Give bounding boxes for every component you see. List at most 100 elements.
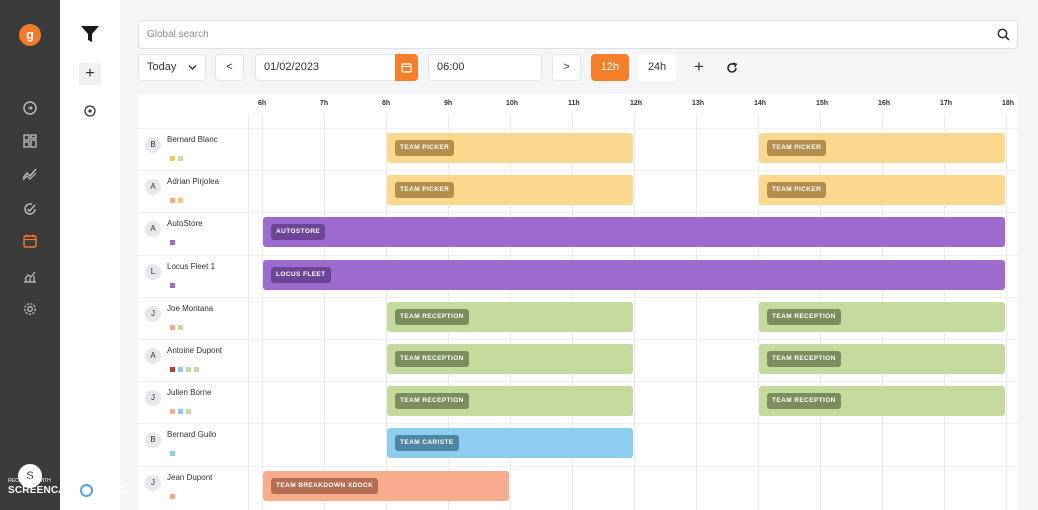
search-placeholder: Global search bbox=[147, 29, 209, 40]
date-input[interactable]: 01/02/2023 bbox=[255, 54, 395, 81]
resource-row[interactable]: J Jean Dupont bbox=[138, 468, 248, 510]
event-label: TEAM RECEPTION bbox=[395, 308, 469, 325]
schedule-event[interactable]: TEAM RECEPTION bbox=[387, 386, 633, 417]
range-24h-button[interactable]: 24h bbox=[638, 54, 676, 81]
app-logo[interactable]: g bbox=[19, 24, 41, 46]
hour-gridline bbox=[324, 114, 325, 510]
screencast-watermark: RECORDED WITH SCREENCAST MATIC bbox=[8, 478, 126, 497]
schedule-event[interactable]: TEAM PICKER bbox=[759, 175, 1005, 206]
calendar-icon[interactable] bbox=[22, 233, 38, 249]
filter-icon[interactable] bbox=[80, 24, 100, 44]
hour-label: 13h bbox=[692, 100, 705, 107]
schedule-timeline: 6h 7h 8h 9h 10h 11h 12h 13h 14h 15h 16h 17h 18h B Ber… bbox=[138, 94, 1018, 510]
trend-icon[interactable] bbox=[22, 166, 38, 182]
event-label: TEAM CARISTE bbox=[395, 435, 459, 452]
resource-team-dots bbox=[170, 190, 186, 204]
target-icon[interactable] bbox=[84, 105, 96, 117]
schedule-event[interactable]: TEAM RECEPTION bbox=[759, 386, 1005, 417]
team-color-dot bbox=[186, 409, 191, 415]
resource-name: Joe Montana bbox=[167, 303, 214, 313]
resource-name: AutoStore bbox=[167, 219, 203, 229]
resource-avatar: B bbox=[145, 137, 161, 153]
team-color-dot bbox=[178, 409, 183, 415]
schedule-event[interactable]: TEAM RECEPTION bbox=[759, 301, 1005, 332]
time-input[interactable]: 06:00 bbox=[428, 54, 542, 81]
resource-row[interactable]: B Bernard Blanc bbox=[138, 130, 248, 172]
resource-row[interactable]: J Julien Borne bbox=[138, 383, 248, 425]
event-label: TEAM RECEPTION bbox=[767, 308, 841, 325]
schedule-event[interactable]: TEAM PICKER bbox=[387, 133, 633, 163]
event-label: LOCUS FLEET bbox=[271, 266, 331, 283]
hour-label: 11h bbox=[568, 100, 580, 107]
resource-avatar: J bbox=[145, 474, 161, 491]
hour-label: 6h bbox=[258, 100, 267, 107]
global-search-input[interactable]: Global search bbox=[138, 20, 1018, 49]
hour-label: 8h bbox=[382, 100, 391, 107]
calendar-icon bbox=[401, 63, 412, 73]
resource-name: Bernard Guilo bbox=[167, 430, 217, 440]
resource-name: Locus Fleet 1 bbox=[167, 261, 216, 271]
resource-avatar: J bbox=[145, 305, 161, 322]
row-divider bbox=[138, 465, 1018, 467]
check-circle-icon[interactable] bbox=[22, 201, 38, 217]
schedule-event[interactable]: TEAM RECEPTION bbox=[387, 344, 633, 374]
range-12h-button[interactable]: 12h bbox=[591, 54, 629, 81]
resource-avatar: L bbox=[145, 263, 161, 280]
team-color-dot bbox=[186, 367, 191, 372]
hour-label: 17h bbox=[940, 100, 953, 107]
resource-row[interactable]: B Bernard Guilo bbox=[138, 425, 248, 467]
resource-row[interactable]: L Locus Fleet 1 bbox=[138, 257, 248, 299]
resource-avatar: A bbox=[145, 179, 161, 196]
resource-column-divider bbox=[248, 114, 249, 510]
schedule-event[interactable]: TEAM BREAKDOWN XDOCK bbox=[263, 470, 509, 501]
schedule-event[interactable]: LOCUS FLEET bbox=[263, 259, 1005, 290]
event-label: TEAM PICKER bbox=[395, 182, 455, 199]
schedule-event[interactable]: AUTOSTORE bbox=[263, 217, 1005, 248]
hour-gridline bbox=[262, 114, 263, 510]
event-label: TEAM RECEPTION bbox=[767, 393, 841, 410]
resource-avatar: B bbox=[145, 432, 161, 449]
screencast-logo-icon bbox=[79, 484, 93, 497]
dashboard-icon[interactable] bbox=[22, 133, 38, 149]
schedule-event[interactable]: TEAM CARISTE bbox=[387, 428, 633, 459]
chart-icon[interactable] bbox=[22, 268, 38, 284]
resource-row[interactable]: A Adrian Pirjolea bbox=[138, 172, 248, 214]
row-divider bbox=[138, 296, 1018, 298]
add-filter-button[interactable]: + bbox=[79, 63, 101, 85]
event-label: TEAM BREAKDOWN XDOCK bbox=[271, 477, 379, 494]
schedule-event[interactable]: TEAM RECEPTION bbox=[759, 344, 1005, 374]
resource-name: Bernard Blanc bbox=[167, 135, 218, 144]
today-label: Today bbox=[147, 61, 177, 73]
refresh-button[interactable] bbox=[719, 54, 745, 81]
team-color-dot bbox=[194, 367, 199, 372]
hour-label: 9h bbox=[444, 100, 453, 107]
previous-button[interactable]: < bbox=[215, 54, 244, 81]
next-button[interactable]: > bbox=[552, 54, 581, 81]
resource-team-dots bbox=[170, 443, 178, 457]
resource-row[interactable]: A Antoine Dupont bbox=[138, 341, 248, 383]
chevron-down-icon bbox=[188, 65, 197, 70]
team-color-dot bbox=[170, 409, 175, 415]
team-color-dot bbox=[178, 198, 183, 204]
schedule-event[interactable]: TEAM PICKER bbox=[759, 133, 1005, 163]
gear-icon[interactable] bbox=[22, 301, 38, 317]
schedule-event[interactable]: TEAM PICKER bbox=[387, 175, 633, 206]
hour-gridline bbox=[634, 114, 635, 510]
resource-row[interactable]: J Joe Montana bbox=[138, 299, 248, 341]
side-panel: + bbox=[60, 0, 120, 510]
event-label: TEAM RECEPTION bbox=[395, 393, 469, 410]
resource-team-dots bbox=[170, 232, 178, 246]
circle-arrow-icon[interactable] bbox=[22, 100, 38, 116]
today-dropdown[interactable]: Today bbox=[138, 54, 206, 81]
event-label: TEAM PICKER bbox=[395, 140, 455, 156]
search-icon[interactable] bbox=[997, 28, 1010, 41]
hour-gridline bbox=[1006, 114, 1007, 510]
hour-label: 18h bbox=[1002, 100, 1015, 107]
add-event-button[interactable]: + bbox=[686, 54, 712, 81]
event-label: TEAM PICKER bbox=[767, 140, 827, 156]
calendar-picker-button[interactable] bbox=[395, 54, 418, 81]
team-color-dot bbox=[170, 324, 175, 330]
resource-row[interactable]: A AutoStore bbox=[138, 214, 248, 256]
resource-team-dots bbox=[170, 359, 202, 372]
schedule-event[interactable]: TEAM RECEPTION bbox=[387, 301, 633, 332]
